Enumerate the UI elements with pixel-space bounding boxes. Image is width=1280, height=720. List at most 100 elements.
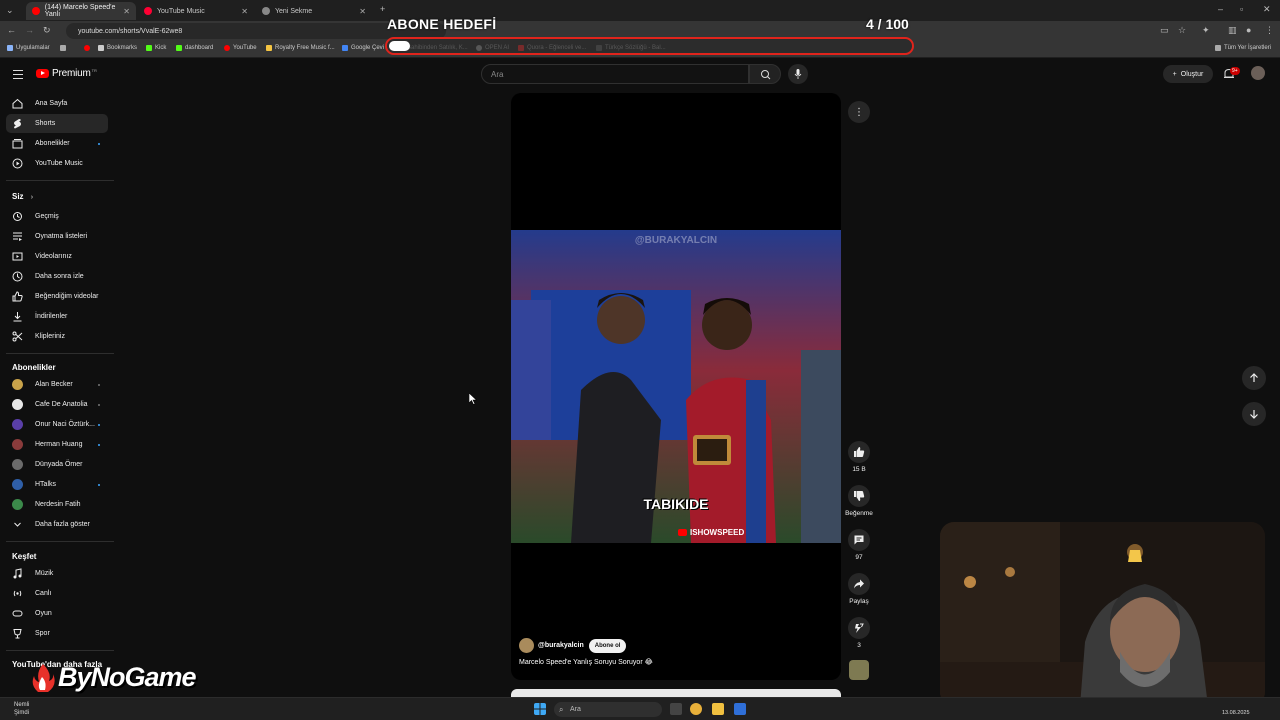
sidebar-item-channel[interactable]: Nerdesin Fatih	[6, 495, 108, 514]
sidebar-item-watch-later[interactable]: Daha sonra izle	[6, 267, 108, 286]
sidebar-item-label: Daha sonra izle	[35, 273, 84, 280]
previous-short-button[interactable]	[1242, 366, 1266, 390]
sidebar-item-live[interactable]: Canlı	[6, 584, 108, 603]
short-player-top[interactable]	[511, 93, 841, 230]
sidebar-item-clips[interactable]: Klipleriniz	[6, 327, 108, 346]
all-bookmarks[interactable]: Tüm Yer İşaretleri	[1215, 45, 1271, 51]
comments-button[interactable]	[848, 529, 870, 551]
youtube-premium-logo[interactable]: Premium TR	[36, 68, 97, 79]
bookmark-item[interactable]: Uygulamalar	[7, 45, 50, 51]
file-explorer-icon[interactable]	[712, 703, 724, 715]
bookmark-item[interactable]: dashboard	[176, 45, 213, 51]
channel-avatar	[12, 439, 23, 450]
menu-icon[interactable]: ⋮	[1265, 25, 1274, 36]
sidebar-item-youtube-music[interactable]: YouTube Music	[6, 154, 108, 173]
sidebar-item-label: HTalks	[35, 481, 57, 488]
browser-tab[interactable]: Yeni Sekme ✕	[256, 2, 372, 20]
browser-tab[interactable]: YouTube Music ✕	[138, 2, 254, 20]
cast-icon[interactable]: ▭	[1160, 25, 1169, 36]
reload-icon[interactable]: ↻	[43, 25, 51, 36]
sidebar-item-home[interactable]: Ana Sayfa	[6, 94, 108, 113]
history-icon	[12, 211, 23, 222]
subscribe-button[interactable]: Abone ol	[588, 638, 627, 653]
sidebar-item-liked-videos[interactable]: Beğendiğim videolar	[6, 287, 108, 306]
bookmark-item[interactable]: Kick	[146, 45, 166, 51]
sidebar-item-subscriptions[interactable]: Abonelikler	[6, 134, 108, 153]
sidebar-item-sports[interactable]: Spor	[6, 624, 108, 643]
tab-search-icon[interactable]: ⌄	[6, 5, 14, 16]
remix-button[interactable]	[848, 617, 870, 639]
liked-icon	[12, 291, 23, 302]
search-button[interactable]	[749, 64, 781, 84]
brand-text: ByNoGame	[58, 662, 197, 692]
bookmark-item[interactable]	[84, 45, 93, 51]
chrome-icon[interactable]	[690, 703, 702, 715]
taskbar-clock[interactable]: 13.08.2025	[1222, 701, 1250, 717]
weather-widget[interactable]: Nemli Şimdi	[14, 701, 29, 717]
task-view-icon[interactable]	[670, 703, 682, 715]
dislike-button[interactable]	[848, 485, 870, 507]
channel-avatar[interactable]	[519, 638, 534, 653]
minimize-icon[interactable]: –	[1218, 4, 1223, 14]
sidebar-section-you[interactable]: Siz ›	[12, 192, 33, 201]
taskbar-search[interactable]: ⌕ Ara	[554, 702, 662, 717]
bookmark-item[interactable]: Royalty Free Music f...	[266, 45, 335, 51]
browser-tab-active[interactable]: (144) Marcelo Speed'e Yanlı ✕	[26, 2, 136, 20]
menu-hamburger-icon[interactable]	[13, 70, 23, 82]
sidebar-item-channel[interactable]: HTalks	[6, 475, 108, 494]
windows-start-icon[interactable]	[534, 703, 546, 715]
back-icon[interactable]: ←	[7, 25, 16, 35]
avatar[interactable]	[1251, 66, 1265, 80]
search-input[interactable]: Ara	[481, 64, 749, 84]
like-button[interactable]	[848, 441, 870, 463]
channel-avatar	[12, 459, 23, 470]
bookmark-label: Bookmarks	[107, 45, 138, 51]
sidebar-toggle-icon[interactable]: ▥	[1228, 25, 1237, 36]
flame-logo-icon	[32, 663, 55, 692]
more-options-button[interactable]: ⋮	[848, 101, 870, 123]
youtube-play-icon	[36, 69, 49, 78]
short-video-frame[interactable]: @BURAKYALCIN TABIKIDE ISHOWSPEED	[511, 230, 841, 543]
bookmark-item[interactable]: Bookmarks	[98, 45, 137, 51]
sidebar-item-downloads[interactable]: İndirilenler	[6, 307, 108, 326]
store-icon[interactable]	[734, 703, 746, 715]
ishowspeed-mark: ISHOWSPEED	[678, 528, 744, 537]
sidebar-item-history[interactable]: Geçmiş	[6, 207, 108, 226]
comment-count: 97	[855, 554, 863, 561]
bookmark-item[interactable]: YouTube	[224, 45, 257, 51]
short-title[interactable]: Marcelo Speed'e Yanlış Soruyu Soruyor 😂	[519, 658, 653, 666]
sidebar-item-channel[interactable]: Dünyada Ömer	[6, 455, 108, 474]
sidebar-item-label: Beğendiğim videolar	[35, 293, 99, 300]
sidebar-item-playlists[interactable]: Oynatma listeleri	[6, 227, 108, 246]
profile-icon[interactable]: ●	[1246, 25, 1251, 35]
share-button[interactable]	[848, 573, 870, 595]
close-tab-icon[interactable]: ✕	[359, 7, 366, 16]
sidebar-item-channel[interactable]: Herman Huang	[6, 435, 108, 454]
bookmark-item[interactable]	[60, 45, 69, 51]
sidebar-item-music[interactable]: Müzik	[6, 564, 108, 583]
close-window-icon[interactable]: ✕	[1263, 4, 1271, 15]
extensions-icon[interactable]: ✦	[1202, 25, 1210, 36]
next-short-preview[interactable]	[511, 689, 841, 697]
sidebar-show-more[interactable]: Daha fazla göster	[6, 515, 108, 534]
sidebar-item-gaming[interactable]: Oyun	[6, 604, 108, 623]
sidebar-item-your-videos[interactable]: Videolarınız	[6, 247, 108, 266]
create-button[interactable]: + Oluştur	[1163, 65, 1213, 83]
channel-avatar	[12, 499, 23, 510]
close-tab-icon[interactable]: ✕	[123, 7, 130, 16]
youtube-play-icon	[678, 529, 687, 536]
star-icon[interactable]: ☆	[1178, 25, 1186, 36]
new-tab-button[interactable]: +	[380, 4, 385, 14]
maximize-icon[interactable]: ▫	[1240, 4, 1243, 14]
sidebar-item-channel[interactable]: Cafe De Anatolia	[6, 395, 108, 414]
close-tab-icon[interactable]: ✕	[241, 7, 248, 16]
sidebar-item-shorts[interactable]: Shorts	[6, 114, 108, 133]
next-short-button[interactable]	[1242, 402, 1266, 426]
voice-search-button[interactable]	[788, 64, 808, 84]
sidebar-item-channel[interactable]: Alan Becker	[6, 375, 108, 394]
sidebar-item-channel[interactable]: Onur Naci Öztürk...	[6, 415, 108, 434]
channel-name[interactable]: @burakyalcin	[538, 642, 584, 649]
bookmark-item[interactable]: Google Çevi	[342, 45, 384, 51]
forward-icon[interactable]: →	[25, 25, 34, 35]
sound-thumbnail[interactable]	[849, 660, 869, 680]
